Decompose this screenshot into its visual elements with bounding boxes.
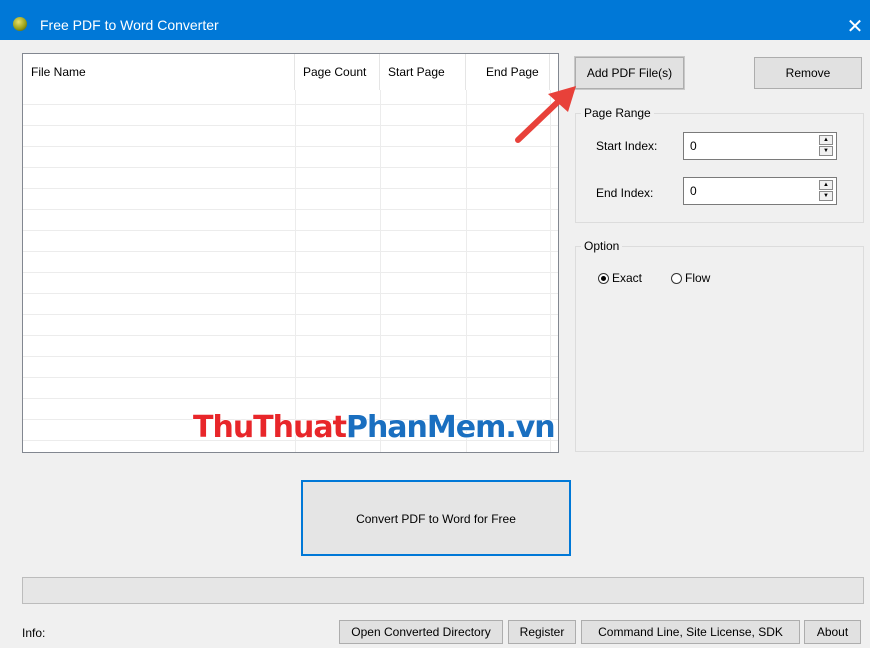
- radio-checked-icon[interactable]: [598, 272, 609, 284]
- column-header-start-page[interactable]: Start Page: [380, 54, 466, 90]
- page-range-label: Page Range: [581, 106, 654, 120]
- grid-line: [23, 146, 558, 147]
- start-index-label: Start Index:: [596, 139, 658, 153]
- grid-line: [23, 188, 558, 189]
- option-label: Option: [581, 239, 623, 253]
- grid-line: [23, 335, 558, 336]
- title-bar: Free PDF to Word Converter ✕: [0, 0, 870, 40]
- add-pdf-files-button[interactable]: Add PDF File(s): [574, 56, 685, 90]
- grid-line: [23, 251, 558, 252]
- spin-down-icon[interactable]: ▼: [819, 191, 833, 201]
- grid-line: [23, 293, 558, 294]
- info-label: Info:: [22, 626, 46, 640]
- grid-column-line: [466, 90, 467, 452]
- page-range-group: [575, 113, 864, 223]
- start-index-spinner[interactable]: ▲ ▼: [819, 135, 833, 157]
- grid-column-line: [380, 90, 381, 452]
- spin-down-icon[interactable]: ▼: [819, 146, 833, 156]
- radio-exact-label: Exact: [612, 271, 643, 285]
- register-button[interactable]: Register: [508, 620, 576, 644]
- file-list-grid: [23, 90, 558, 452]
- file-list-header: File Name Page Count Start Page End Page: [23, 54, 558, 90]
- radio-unchecked-icon[interactable]: [671, 272, 682, 284]
- radio-exact[interactable]: Exact: [598, 271, 642, 285]
- end-index-stepper[interactable]: 0 ▲ ▼: [683, 177, 837, 205]
- spin-up-icon[interactable]: ▲: [819, 180, 833, 190]
- remove-button[interactable]: Remove: [754, 57, 862, 89]
- start-index-stepper[interactable]: 0 ▲ ▼: [683, 132, 837, 160]
- grid-line: [23, 272, 558, 273]
- grid-line: [23, 209, 558, 210]
- open-converted-directory-button[interactable]: Open Converted Directory: [339, 620, 503, 644]
- grid-line: [23, 230, 558, 231]
- watermark-logo: ThuThuatPhanMem.vn: [192, 409, 556, 446]
- radio-flow[interactable]: Flow: [671, 271, 710, 285]
- close-icon[interactable]: ✕: [840, 14, 870, 40]
- grid-line: [23, 167, 558, 168]
- column-header-page-count[interactable]: Page Count: [295, 54, 380, 90]
- end-index-label: End Index:: [596, 186, 654, 200]
- window-title: Free PDF to Word Converter: [40, 17, 219, 33]
- red-arrow-icon: [515, 86, 576, 143]
- spin-up-icon[interactable]: ▲: [819, 135, 833, 145]
- start-index-value: 0: [690, 139, 697, 153]
- radio-flow-label: Flow: [685, 271, 711, 285]
- file-list[interactable]: File Name Page Count Start Page End Page: [22, 53, 559, 453]
- grid-line: [23, 398, 558, 399]
- end-index-spinner[interactable]: ▲ ▼: [819, 180, 833, 202]
- grid-column-line: [295, 90, 296, 452]
- grid-line: [23, 314, 558, 315]
- grid-line: [23, 125, 558, 126]
- progress-bar: [22, 577, 864, 604]
- command-line-site-license-sdk-button[interactable]: Command Line, Site License, SDK: [581, 620, 800, 644]
- grid-line: [23, 377, 558, 378]
- end-index-value: 0: [690, 184, 697, 198]
- app-logo-icon: [13, 17, 27, 31]
- column-header-file-name[interactable]: File Name: [23, 54, 295, 90]
- grid-line: [23, 356, 558, 357]
- about-button[interactable]: About: [804, 620, 861, 644]
- convert-button[interactable]: Convert PDF to Word for Free: [301, 480, 571, 556]
- grid-line: [23, 104, 558, 105]
